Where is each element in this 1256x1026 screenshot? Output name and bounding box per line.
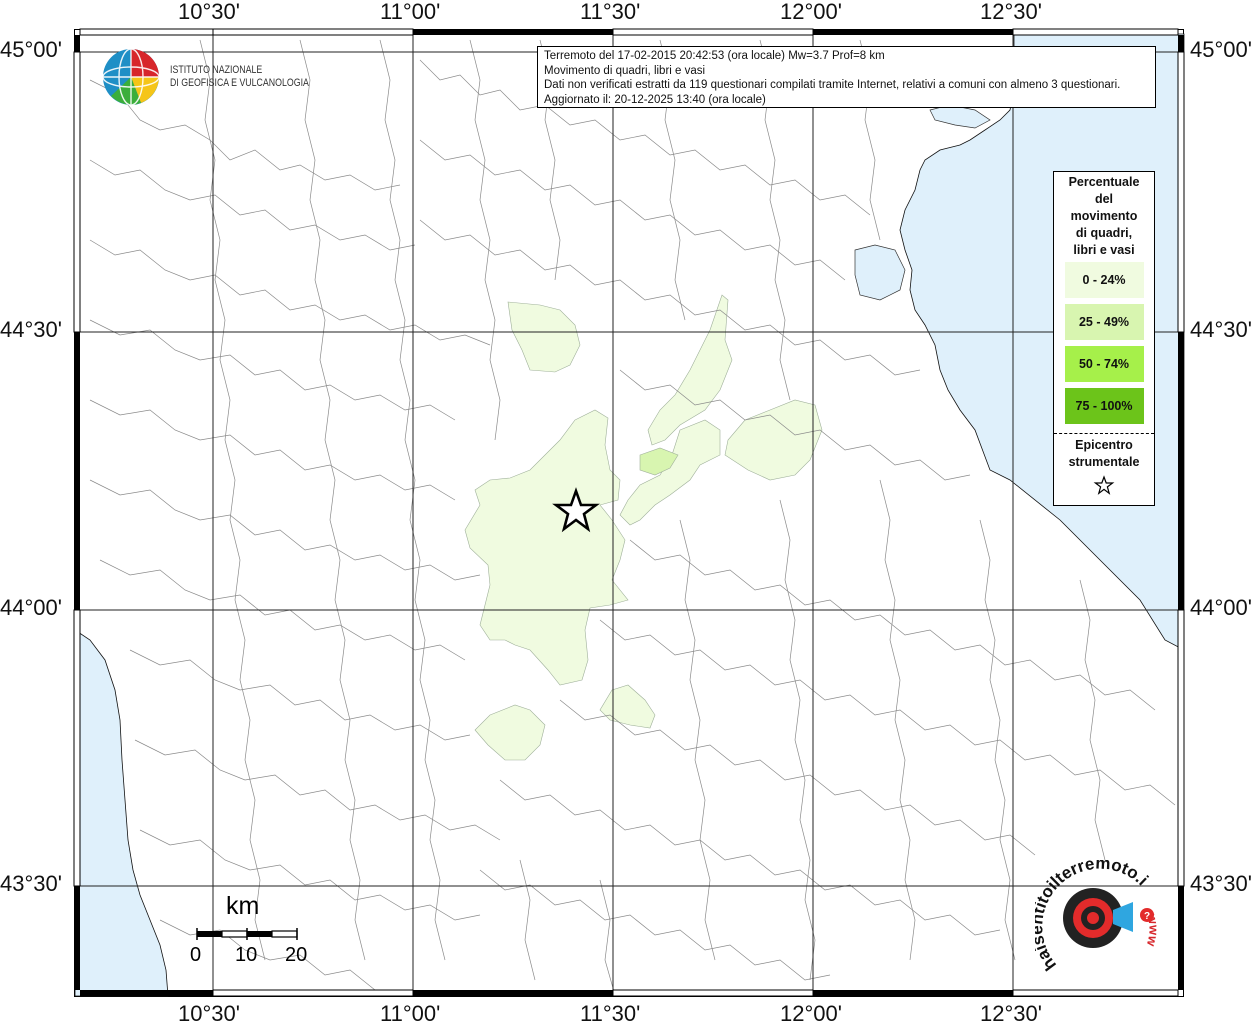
comune-area-south: [599, 684, 656, 729]
legend-epicenter-line: strumentale: [1068, 455, 1140, 469]
legend-epicenter-label: Epicentro strumentale: [1054, 434, 1154, 471]
legend-item-0-24: 0 - 24%: [1064, 262, 1144, 298]
legend-item-25-49: 25 - 49%: [1064, 304, 1144, 340]
lat-label-right-2: 44°30': [1190, 317, 1252, 342]
legend-title: Percentuale del movimento di quadri, lib…: [1054, 172, 1154, 259]
comune-area-main: [464, 409, 629, 686]
legend-title-line: di quadri,: [1075, 226, 1133, 240]
scale-tick-10: 10: [235, 944, 258, 966]
lagoon-venice: [929, 104, 991, 129]
lat-label-right-3: 44°00': [1190, 595, 1252, 620]
lat-label-right-4: 43°30': [1190, 871, 1252, 896]
felt-area-polygons: [464, 294, 823, 761]
lat-label-left-3: 44°00': [0, 595, 62, 620]
lon-label-top-4: 12°00': [780, 0, 842, 24]
lon-label-bottom-3: 11°30': [580, 1001, 641, 1026]
lon-label-top-1: 10°30': [178, 0, 240, 24]
legend: Percentuale del movimento di quadri, lib…: [1053, 171, 1155, 506]
legend-star-icon: [1093, 475, 1115, 495]
lon-label-top-5: 12°30': [980, 0, 1042, 24]
lat-label-right-1: 45°00': [1190, 37, 1252, 62]
comune-area-north: [507, 301, 581, 373]
legend-epicenter-line: Epicentro: [1075, 438, 1133, 452]
ingv-name-line2: DI GEOFISICA E VULCANOLOGIA: [170, 77, 309, 89]
comune-area-southwest: [474, 704, 546, 761]
lon-label-bottom-2: 11°00': [380, 1001, 441, 1026]
event-title: Terremoto del 17-02-2015 20:42:53 (ora l…: [544, 50, 885, 62]
ingv-name-line1: ISTITUTO NAZIONALE: [170, 64, 263, 76]
lagoon-comacchio: [854, 244, 906, 301]
comune-area-northeast: [647, 294, 733, 446]
legend-title-line: Percentuale: [1068, 175, 1140, 189]
comune-area-east-belt: [619, 419, 721, 526]
event-info-box: Terremoto del 17-02-2015 20:42:53 (ora l…: [537, 46, 1156, 108]
svg-text:?: ?: [1144, 911, 1150, 922]
scale-bar: km 0 10 20: [190, 890, 320, 970]
lon-label-top-2: 11°00': [380, 0, 441, 24]
lon-label-bottom-4: 12°00': [780, 1001, 842, 1026]
scale-bar-graphic: [196, 928, 298, 940]
ingv-name: ISTITUTO NAZIONALE DI GEOFISICA E VULCAN…: [170, 64, 309, 90]
lat-label-left-1: 45°00': [0, 37, 62, 62]
lon-label-bottom-5: 12°30': [980, 1001, 1042, 1026]
lon-label-top-3: 11°30': [580, 0, 641, 24]
lat-label-left-4: 43°30': [0, 871, 62, 896]
tyrrhenian-sea: [74, 629, 169, 997]
legend-item-50-74: 50 - 74%: [1064, 346, 1144, 382]
event-parameter: Movimento di quadri, libri e vasi: [544, 64, 706, 77]
lon-label-bottom-1: 10°30': [178, 1001, 240, 1026]
legend-title-line: movimento: [1070, 209, 1138, 223]
event-updated: Aggiornato il: 20-12-2025 13:40 (ora loc…: [544, 93, 766, 106]
legend-title-line: libri e vasi: [1073, 243, 1135, 257]
legend-title-line: del: [1094, 192, 1114, 206]
lat-label-left-2: 44°30': [0, 317, 62, 342]
event-data-note: Dati non verificati estratti da 119 ques…: [544, 79, 1121, 91]
scale-tick-20: 20: [285, 944, 308, 966]
scale-tick-0: 0: [190, 944, 202, 966]
hsit-logo: haisentitoilterremoto.it www ?: [1035, 860, 1161, 974]
comune-area-east: [724, 399, 823, 481]
legend-item-75-100: 75 - 100%: [1064, 388, 1144, 424]
